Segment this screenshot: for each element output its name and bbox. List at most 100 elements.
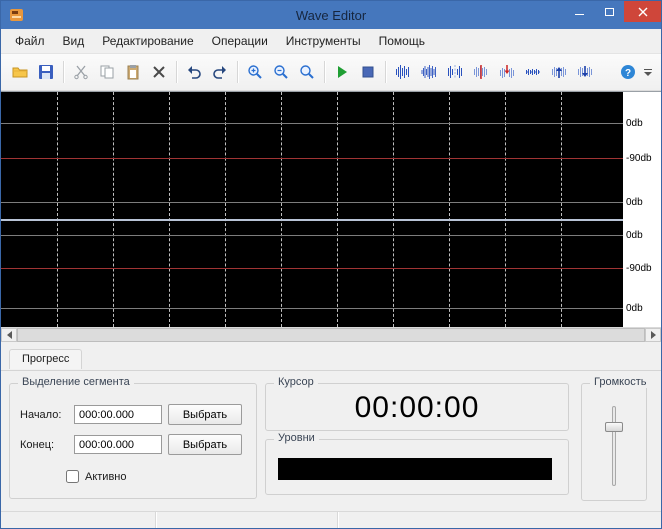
wave-marker-button[interactable]: [468, 59, 494, 85]
volume-slider-track[interactable]: [612, 406, 616, 486]
tab-progress[interactable]: Прогресс: [9, 349, 83, 369]
svg-text:?: ?: [625, 68, 631, 79]
volume-slider[interactable]: [582, 406, 646, 486]
stop-button[interactable]: [355, 59, 381, 85]
toolbar-separator: [63, 61, 64, 83]
menu-item-file[interactable]: Файл: [6, 30, 54, 52]
scrollbar-track[interactable]: [17, 328, 645, 342]
title-bar: Wave Editor: [1, 1, 661, 29]
wave-arrow-down-button[interactable]: [572, 59, 598, 85]
wave-peak-button[interactable]: [390, 59, 416, 85]
delete-button[interactable]: [146, 59, 172, 85]
minimize-button[interactable]: [564, 1, 594, 22]
undo-button[interactable]: [181, 59, 207, 85]
cursor-group: Курсор 00:00:00: [265, 376, 569, 431]
active-checkbox-label[interactable]: Активно: [85, 471, 127, 483]
end-select-button[interactable]: Выбрать: [168, 434, 242, 455]
window-controls: [564, 1, 661, 22]
app-icon: [10, 9, 23, 21]
minus90-db-line: [1, 268, 623, 270]
wave-arrow-down-icon: [578, 66, 592, 77]
end-time-input[interactable]: [74, 435, 162, 454]
db-label: 0db: [626, 230, 643, 242]
scrollbar-thumb[interactable]: [17, 328, 645, 342]
open-folder-icon: [12, 67, 28, 78]
play-button[interactable]: [329, 59, 355, 85]
menu-item-help[interactable]: Помощь: [370, 30, 434, 52]
zoom-full-icon: [300, 65, 314, 79]
start-time-input[interactable]: [74, 405, 162, 424]
volume-slider-thumb[interactable]: [605, 422, 623, 432]
close-button[interactable]: [624, 1, 661, 22]
zoom-in-button[interactable]: [242, 59, 268, 85]
start-select-button[interactable]: Выбрать: [168, 404, 242, 425]
scroll-left-button[interactable]: [1, 328, 17, 342]
zero-db-line: [1, 235, 623, 237]
scroll-right-icon: [650, 331, 656, 339]
waveform-display[interactable]: [1, 92, 623, 327]
wave-split-button[interactable]: [442, 59, 468, 85]
redo-button[interactable]: [207, 59, 233, 85]
level-meter: [278, 458, 552, 480]
toolbar-separator: [237, 61, 238, 83]
db-label: -90db: [626, 152, 652, 164]
delete-x-icon: [153, 66, 165, 78]
db-label: 0db: [626, 197, 643, 209]
help-button[interactable]: ?: [615, 59, 641, 85]
status-section-1: [1, 512, 156, 528]
status-section-3: [338, 512, 661, 528]
zoom-full-button[interactable]: [294, 59, 320, 85]
cursor-time-display: 00:00:00: [354, 391, 480, 424]
levels-group: Уровни: [265, 432, 569, 495]
zoom-out-button[interactable]: [268, 59, 294, 85]
maximize-icon: [604, 7, 614, 16]
menu-item-operations[interactable]: Операции: [203, 30, 277, 52]
paste-clipboard-icon: [127, 65, 139, 80]
stop-icon: [362, 66, 374, 78]
maximize-button[interactable]: [594, 1, 624, 22]
minus90-db-line: [1, 157, 623, 159]
wave-insert-icon: [500, 65, 514, 78]
scroll-right-button[interactable]: [645, 328, 661, 342]
wave-arrow-up-icon: [552, 67, 566, 78]
segment-group-title: Выделение сегмента: [18, 376, 134, 388]
wave-flat-button[interactable]: [520, 59, 546, 85]
wave-dense-button[interactable]: [416, 59, 442, 85]
menu-item-edit[interactable]: Редактирование: [93, 30, 202, 52]
close-icon: [638, 7, 647, 16]
toolbar-overflow-button[interactable]: [641, 59, 655, 85]
window-title: Wave Editor: [295, 7, 367, 23]
active-checkbox[interactable]: [66, 470, 79, 483]
open-button[interactable]: [7, 59, 33, 85]
horizontal-scrollbar: [1, 327, 661, 342]
start-label: Начало:: [20, 408, 62, 421]
toolbar-separator: [176, 61, 177, 83]
overflow-menu-icon: [644, 68, 652, 76]
paste-button[interactable]: [120, 59, 146, 85]
menu-bar: Файл Вид Редактирование Операции Инструм…: [1, 29, 661, 54]
undo-arrow-icon: [188, 66, 201, 79]
menu-item-view[interactable]: Вид: [54, 30, 94, 52]
zero-db-line: [1, 202, 623, 204]
db-scale: 0db -90db 0db 0db -90db 0db: [623, 92, 661, 327]
menu-item-tools[interactable]: Инструменты: [277, 30, 370, 52]
toolbar: ?: [1, 54, 661, 91]
status-bar: [1, 511, 661, 528]
progress-panel: Выделение сегмента Начало: Выбрать Конец…: [1, 370, 661, 511]
wave-arrow-up-button[interactable]: [546, 59, 572, 85]
scroll-left-icon: [6, 331, 12, 339]
save-button[interactable]: [33, 59, 59, 85]
waveform-region: 0db -90db 0db 0db -90db 0db: [1, 91, 661, 327]
zero-db-line: [1, 308, 623, 310]
channel-separator-line: [1, 218, 623, 221]
segment-selection-group: Выделение сегмента Начало: Выбрать Конец…: [9, 376, 257, 499]
volume-group: Громкость: [581, 376, 651, 501]
wave-dense-icon: [421, 65, 436, 79]
toolbar-separator: [385, 61, 386, 83]
zero-db-line: [1, 122, 623, 124]
cut-button[interactable]: [68, 59, 94, 85]
copy-button[interactable]: [94, 59, 120, 85]
wave-marker-icon: [474, 65, 487, 79]
wave-insert-button[interactable]: [494, 59, 520, 85]
help-icon: ?: [621, 65, 635, 79]
